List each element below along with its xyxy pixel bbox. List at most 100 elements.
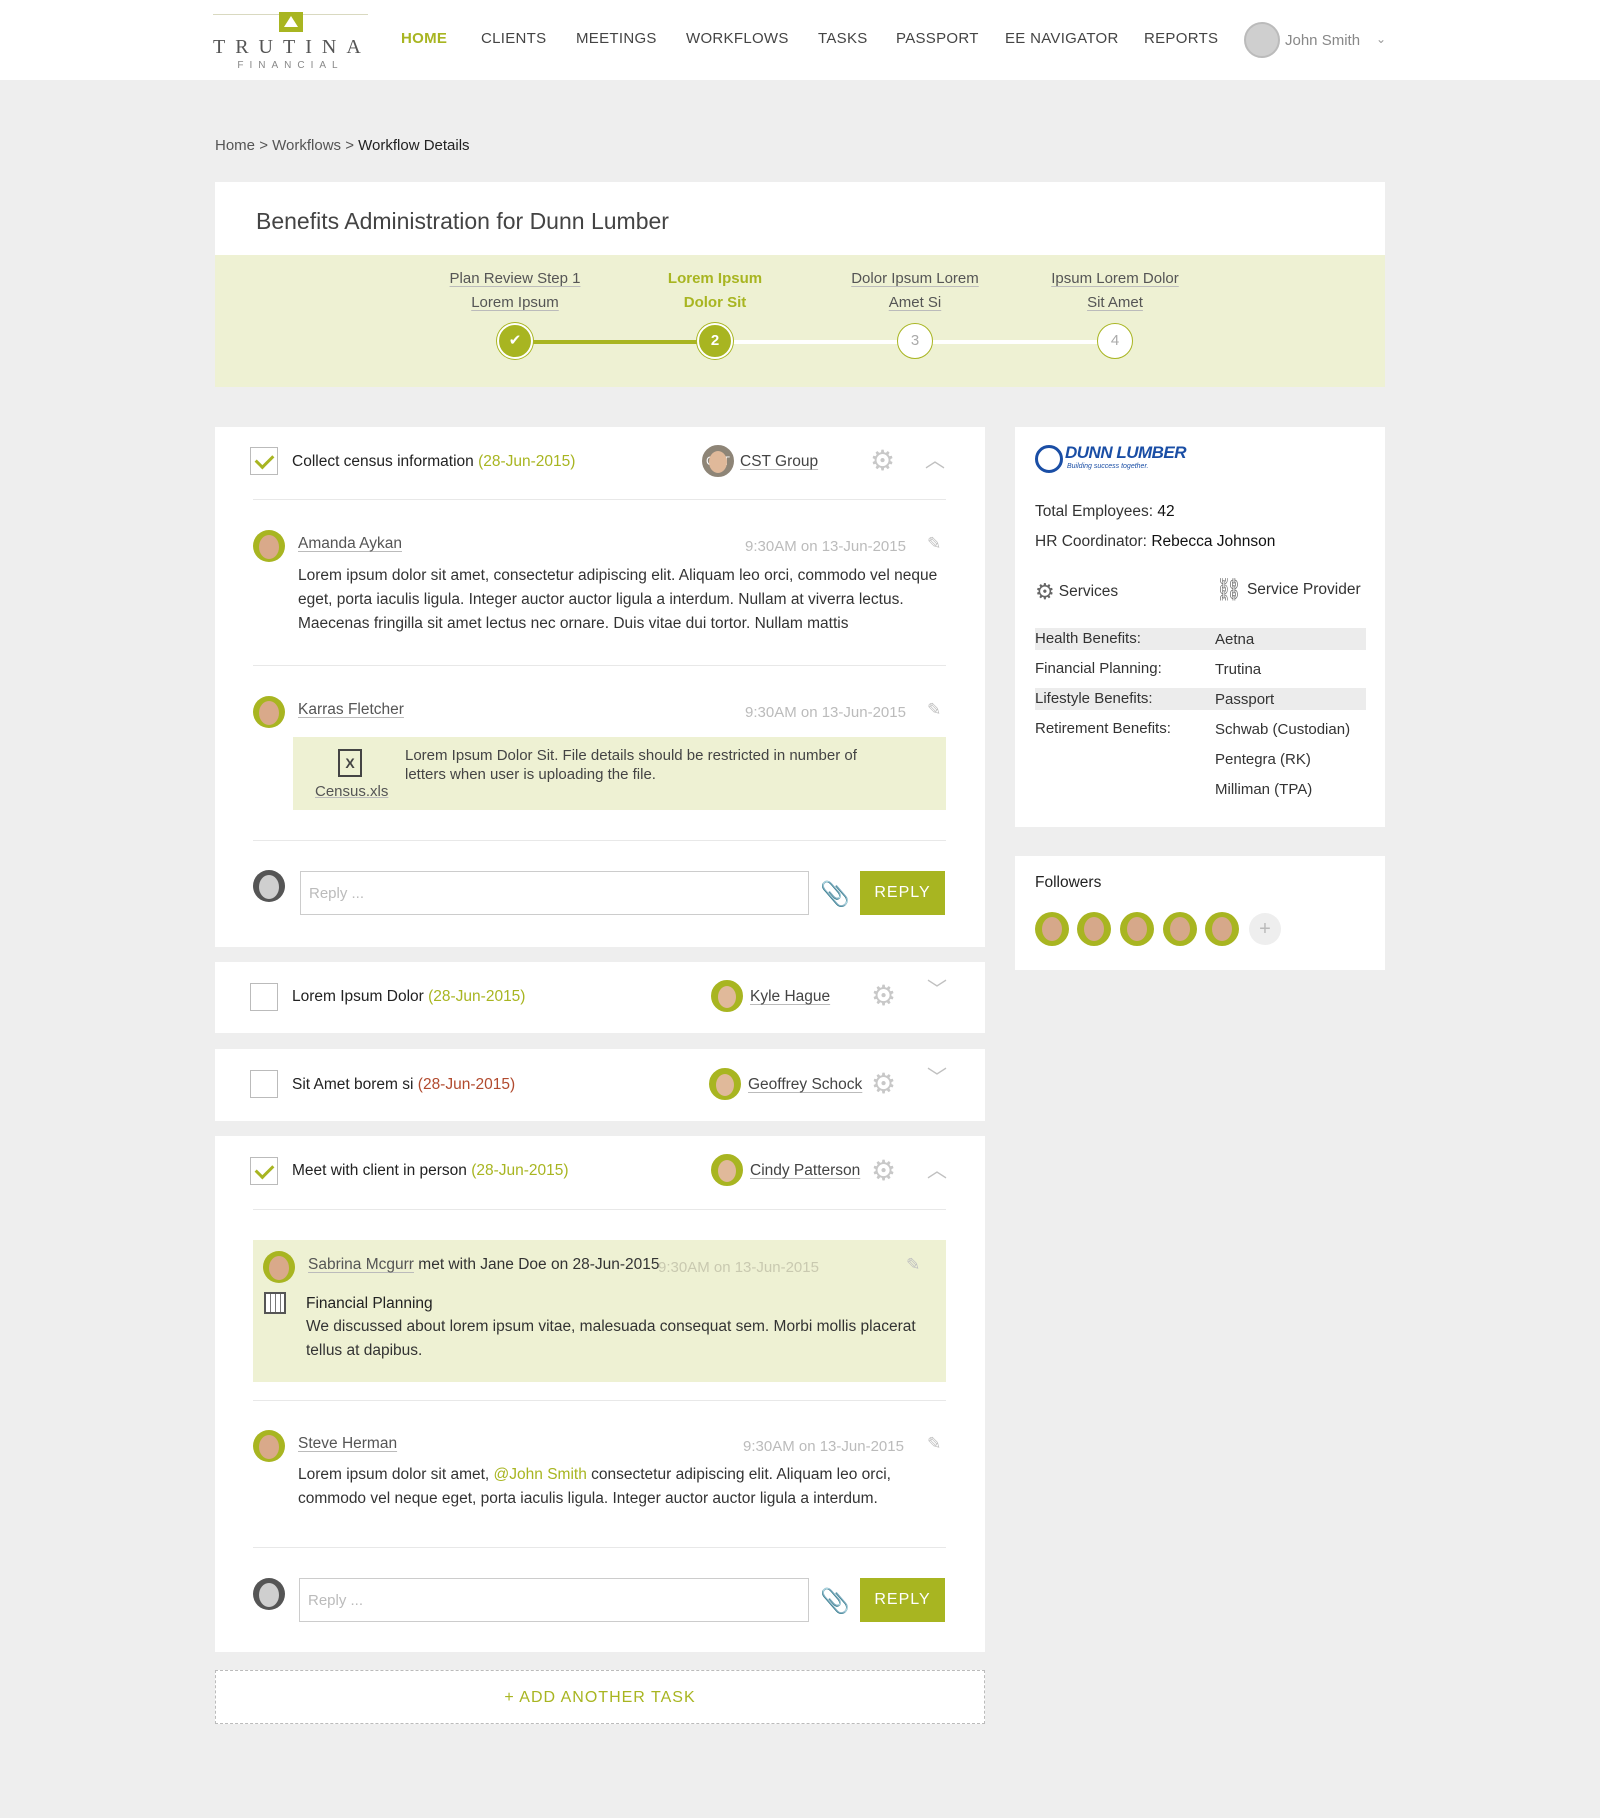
paperclip-icon[interactable]: 📎	[820, 1587, 850, 1616]
assignee-avatar	[709, 1068, 741, 1100]
service-row: Pentegra (RK)	[1215, 751, 1311, 768]
nav-passport[interactable]: PASSPORT	[896, 30, 979, 47]
commenter-name[interactable]: Karras Fletcher	[298, 701, 404, 719]
add-follower-icon[interactable]: +	[1249, 913, 1281, 945]
commenter-name[interactable]: Amanda Aykan	[298, 535, 402, 553]
nav-tasks[interactable]: TASKS	[818, 30, 868, 47]
breadcrumb-home[interactable]: Home	[215, 137, 255, 154]
add-task-button[interactable]: + ADD ANOTHER TASK	[215, 1670, 985, 1724]
step-1-label[interactable]: Plan Review Step 1 Lorem Ipsum	[425, 267, 605, 315]
assignee-avatar	[711, 980, 743, 1012]
nav-workflows[interactable]: WORKFLOWS	[686, 30, 789, 47]
total-employees: Total Employees: 42	[1035, 503, 1175, 520]
client-info-card: DUNN LUMBER Building success together. T…	[1015, 427, 1385, 827]
task-due-date: (28-Jun-2015)	[471, 1162, 569, 1179]
commenter-avatar	[253, 1430, 285, 1462]
service-row: Health Benefits: Aetna	[1035, 628, 1366, 650]
commenter-avatar	[253, 530, 285, 562]
edit-pencil-icon[interactable]: ✎	[906, 1255, 920, 1275]
task-checkbox[interactable]	[250, 1070, 278, 1098]
commenter-name[interactable]: Steve Herman	[298, 1435, 397, 1453]
user-menu-name[interactable]: John Smith	[1285, 32, 1360, 49]
comment-timestamp: 9:30AM on 13-Jun-2015	[743, 1438, 904, 1455]
reply-button[interactable]: REPLY	[860, 871, 945, 915]
assignee-name[interactable]: Kyle Hague	[750, 988, 830, 1006]
gears-icon: ⚙	[1035, 579, 1055, 604]
gear-icon[interactable]: ⚙	[871, 982, 896, 1010]
task-card-collect-census: Collect census information (28-Jun-2015)…	[215, 427, 985, 947]
link-chain-icon: ⛓	[1215, 577, 1243, 602]
followers-card: Followers +	[1015, 856, 1385, 970]
meeting-topic: Financial Planning	[306, 1295, 433, 1312]
task-due-date: (28-Jun-2015)	[478, 453, 576, 470]
nav-reports[interactable]: REPORTS	[1144, 30, 1218, 47]
chevron-up-icon[interactable]: ︿	[925, 451, 945, 471]
divider	[253, 840, 946, 841]
service-row: Milliman (TPA)	[1215, 781, 1313, 798]
comment-timestamp: 9:30AM on 13-Jun-2015	[745, 538, 906, 555]
assignee-name[interactable]: Geoffrey Schock	[748, 1076, 862, 1094]
task-card-meet-client: Meet with client in person (28-Jun-2015)…	[215, 1136, 985, 1652]
task-title: Lorem Ipsum Dolor (28-Jun-2015)	[292, 988, 526, 1005]
follower-avatar[interactable]	[1077, 912, 1111, 946]
breadcrumb-workflows[interactable]: Workflows	[272, 137, 341, 154]
step-4-label[interactable]: Ipsum Lorem Dolor Sit Amet	[1025, 267, 1205, 315]
step-2-label[interactable]: Lorem Ipsum Dolor Sit	[625, 267, 805, 315]
edit-pencil-icon[interactable]: ✎	[927, 700, 941, 720]
chevron-up-icon[interactable]: ︿	[927, 1161, 947, 1181]
task-checkbox[interactable]	[250, 983, 278, 1011]
divider	[253, 1209, 946, 1210]
chevron-down-icon[interactable]: ﹀	[927, 1068, 947, 1088]
task-title: Sit Amet borem si (28-Jun-2015)	[292, 1076, 516, 1093]
user-avatar[interactable]	[1244, 22, 1280, 58]
logo-wordmark: TRUTINA	[213, 36, 371, 58]
dunn-lumber-logo-icon	[1035, 445, 1063, 473]
user-mention[interactable]: @John Smith	[494, 1466, 587, 1483]
reply-input[interactable]	[299, 1578, 809, 1622]
step-3-circle[interactable]: 3	[897, 323, 933, 359]
task-checkbox[interactable]	[250, 1157, 278, 1185]
breadcrumb-separator: >	[345, 137, 354, 154]
nav-ee-navigator[interactable]: EE NAVIGATOR	[1005, 30, 1119, 47]
step-3-label[interactable]: Dolor Ipsum Lorem Amet Si	[825, 267, 1005, 315]
nav-clients[interactable]: CLIENTS	[481, 30, 546, 47]
divider	[253, 1400, 946, 1401]
divider	[253, 499, 946, 500]
page-title: Benefits Administration for Dunn Lumber	[256, 208, 669, 234]
gear-icon[interactable]: ⚙	[871, 1157, 896, 1185]
services-header: ⚙ Services	[1035, 579, 1119, 604]
paperclip-icon[interactable]: 📎	[820, 880, 850, 909]
trutina-logo[interactable]: TRUTINA FINANCIAL	[213, 10, 368, 74]
follower-avatar[interactable]	[1120, 912, 1154, 946]
task-checkbox[interactable]	[250, 447, 278, 475]
service-row: Retirement Benefits: Schwab (Custodian)	[1035, 720, 1351, 738]
gear-icon[interactable]: ⚙	[870, 447, 895, 475]
file-attachment[interactable]: X Census.xls Lorem Ipsum Dolor Sit. File…	[293, 737, 946, 810]
follower-avatar[interactable]	[1205, 912, 1239, 946]
service-row: Financial Planning: Trutina	[1035, 660, 1262, 678]
chevron-down-icon[interactable]: ﹀	[927, 980, 947, 1000]
assignee-name[interactable]: Cindy Patterson	[750, 1162, 860, 1180]
edit-pencil-icon[interactable]: ✎	[927, 534, 941, 554]
calendar-icon	[264, 1292, 286, 1314]
meeting-host-name[interactable]: Sabrina Mcgurr	[308, 1256, 414, 1273]
client-logo-name: DUNN LUMBER	[1065, 443, 1187, 462]
reply-button[interactable]: REPLY	[860, 1578, 945, 1622]
step-4-circle[interactable]: 4	[1097, 323, 1133, 359]
task-due-date-overdue: (28-Jun-2015)	[417, 1076, 516, 1093]
step-2-circle[interactable]: 2	[697, 323, 733, 359]
file-name[interactable]: Census.xls	[315, 783, 388, 800]
edit-pencil-icon[interactable]: ✎	[927, 1434, 941, 1454]
follower-avatar[interactable]	[1163, 912, 1197, 946]
follower-avatar[interactable]	[1035, 912, 1069, 946]
nav-home[interactable]: HOME	[401, 30, 447, 47]
nav-meetings[interactable]: MEETINGS	[576, 30, 657, 47]
reply-input[interactable]	[300, 871, 809, 915]
service-row: Lifestyle Benefits: Passport	[1035, 688, 1366, 710]
assignee-name[interactable]: CST Group	[740, 453, 818, 471]
step-1-check-icon[interactable]: ✔	[497, 323, 533, 359]
chevron-down-icon[interactable]: ⌄	[1376, 32, 1386, 46]
comment-body: Lorem ipsum dolor sit amet, consectetur …	[298, 567, 938, 632]
meeting-summary: Sabrina Mcgurr met with Jane Doe on 28-J…	[308, 1256, 660, 1273]
gear-icon[interactable]: ⚙	[871, 1070, 896, 1098]
